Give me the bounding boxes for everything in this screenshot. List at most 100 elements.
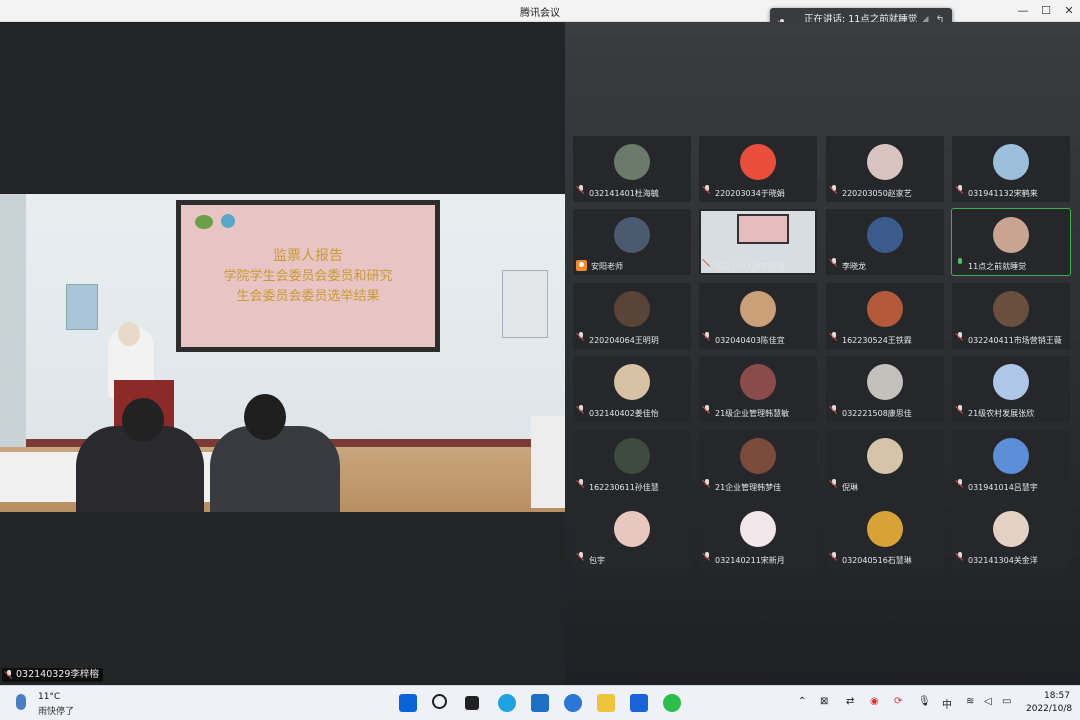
weather-icon[interactable] — [16, 694, 26, 710]
clock-time[interactable]: 18:57 — [1044, 691, 1070, 701]
maximize-button[interactable]: ☐ — [1035, 2, 1057, 20]
file-explorer-icon[interactable] — [597, 694, 615, 712]
participant-tile[interactable]: 162230524王铁霖 — [826, 283, 944, 349]
stage-speaker-label: 032140329李梓榕 — [2, 668, 103, 682]
participant-tile[interactable]: 032140329李梓榕 — [699, 209, 817, 275]
app-tray-icon[interactable]: ⊠ — [820, 696, 828, 707]
participant-tile[interactable]: 032141401杜海毓 — [573, 136, 691, 202]
avatar — [867, 511, 903, 547]
participant-name: 220204064王明玥 — [589, 336, 659, 345]
participant-tile[interactable]: 032140402姜佳怡 — [573, 356, 691, 422]
participant-name: 032141401杜海毓 — [589, 189, 659, 198]
participant-tile[interactable]: 032221508康思佳 — [826, 356, 944, 422]
participant-tile[interactable]: 安阳老师 — [573, 209, 691, 275]
mic-muted-icon — [830, 399, 839, 418]
participant-tile[interactable]: 032240411市场营销王薇 — [952, 283, 1070, 349]
participant-tile[interactable]: 032040516石慧琳 — [826, 503, 944, 569]
tencent-meeting-icon[interactable] — [630, 694, 648, 712]
mic-muted-icon — [703, 326, 712, 345]
mic-muted-icon — [577, 326, 586, 345]
mic-muted-icon — [956, 399, 965, 418]
participant-name: 032240411市场营销王薇 — [968, 336, 1062, 345]
audience-member — [210, 426, 340, 512]
participant-tile[interactable]: 031941014吕慧宇 — [952, 430, 1070, 496]
participant-tile[interactable]: 21级企业管理韩慧敏 — [699, 356, 817, 422]
mic-muted-icon — [956, 473, 965, 492]
participant-name: 032221508康思佳 — [842, 409, 912, 418]
wifi-icon[interactable]: ≋ — [966, 696, 974, 707]
search-icon[interactable] — [432, 694, 447, 709]
mic-muted-icon — [956, 546, 965, 565]
participant-name: 032140329李梓榕 — [715, 262, 785, 271]
stage-speaker-name: 032140329李梓榕 — [16, 669, 99, 680]
avatar — [740, 291, 776, 327]
participant-tile[interactable]: 220203050赵家艺 — [826, 136, 944, 202]
participant-name: 162230611孙佳慧 — [589, 483, 659, 492]
avatar — [993, 438, 1029, 474]
participant-tile[interactable]: 032141304关金洋 — [952, 503, 1070, 569]
participant-name: 031941132宋鹤来 — [968, 189, 1038, 198]
participant-name: 21级农村发展张欣 — [968, 409, 1035, 418]
participant-name: 安阳老师 — [591, 262, 623, 271]
microphone-icon[interactable]: 🎙 — [918, 696, 931, 707]
security-icon[interactable]: ◉ — [870, 696, 879, 707]
participant-tile[interactable]: 220204064王明玥 — [573, 283, 691, 349]
avatar — [614, 217, 650, 253]
badge-logo-icon — [221, 214, 235, 228]
participant-tile[interactable]: 031941132宋鹤来 — [952, 136, 1070, 202]
close-button[interactable]: ✕ — [1058, 2, 1080, 20]
participant-name: 包宇 — [589, 556, 605, 565]
ime-indicator[interactable]: 中 — [942, 696, 952, 711]
transfer-icon[interactable]: ⇄ — [846, 696, 854, 707]
participant-name: 162230524王铁霖 — [842, 336, 912, 345]
volume-icon[interactable]: ◁ — [984, 696, 992, 707]
participant-tile[interactable]: 倪琳 — [826, 430, 944, 496]
school-logo-icon — [195, 215, 213, 229]
browser-icon[interactable] — [564, 694, 582, 712]
participant-tile[interactable]: 032040403陈佳宜 — [699, 283, 817, 349]
start-icon[interactable] — [399, 694, 417, 712]
wechat-icon[interactable] — [663, 694, 681, 712]
wall-poster — [66, 284, 98, 330]
minimize-button[interactable]: — — [1012, 2, 1034, 20]
slide-subtitle-line1: 学院学生会委员会委员和研究 — [223, 269, 393, 284]
clock-date[interactable]: 2022/10/8 — [1026, 704, 1072, 714]
participant-tile[interactable]: 032140211宋新月 — [699, 503, 817, 569]
participant-tile[interactable]: 220203034于晓娟 — [699, 136, 817, 202]
participant-tile[interactable]: 包宇 — [573, 503, 691, 569]
battery-icon[interactable]: ▭ — [1002, 696, 1011, 707]
host-icon — [576, 260, 587, 271]
participant-tile[interactable]: 21级农村发展张欣 — [952, 356, 1070, 422]
avatar — [867, 291, 903, 327]
weather-description[interactable]: 雨快停了 — [38, 704, 74, 717]
sync-icon[interactable]: ⟳ — [894, 696, 902, 707]
avatar — [993, 291, 1029, 327]
mail-icon[interactable] — [531, 694, 549, 712]
weather-temperature[interactable]: 11°C — [38, 692, 60, 702]
participant-name: 032040516石慧琳 — [842, 556, 912, 565]
avatar — [614, 364, 650, 400]
participant-tile[interactable]: 11点之前就睡觉 — [951, 208, 1071, 276]
participant-tile[interactable]: 李晓龙 — [826, 209, 944, 275]
avatar — [993, 217, 1029, 253]
avatar — [867, 438, 903, 474]
participant-name: 11点之前就睡觉 — [968, 262, 1027, 271]
avatar — [993, 511, 1029, 547]
participant-gallery: 032141401杜海毓 220203034于晓娟 220203050赵家艺 0319… — [565, 22, 1080, 685]
mic-muted-icon — [703, 252, 712, 271]
participant-name: 21企业管理韩梦佳 — [715, 483, 782, 492]
participant-name: 220203034于晓娟 — [715, 189, 785, 198]
slide-subtitle-line2: 生会委员会委员选举结果 — [236, 289, 380, 304]
mic-muted-icon — [956, 326, 965, 345]
edge-browser-icon[interactable] — [498, 694, 516, 712]
main-video[interactable]: 监票人报告 学院学生会委员会委员和研究 生会委员会委员选举结果 — [0, 194, 565, 512]
slide-title: 监票人报告 — [273, 248, 343, 264]
mic-muted-icon — [956, 179, 965, 198]
participant-name: 032040403陈佳宜 — [715, 336, 785, 345]
chevron-up-icon[interactable]: ⌃ — [798, 696, 806, 707]
participant-tile[interactable]: 162230611孙佳慧 — [573, 430, 691, 496]
participant-tile[interactable]: 21企业管理韩梦佳 — [699, 430, 817, 496]
mic-muted-icon — [703, 473, 712, 492]
taskbar: 11°C 雨快停了 ⌃ ⊠ ⇄ ◉ ⟳ 🎙 中 ≋ ◁ ▭ 18:57 2022… — [0, 685, 1080, 720]
task-view-icon[interactable] — [465, 696, 479, 710]
